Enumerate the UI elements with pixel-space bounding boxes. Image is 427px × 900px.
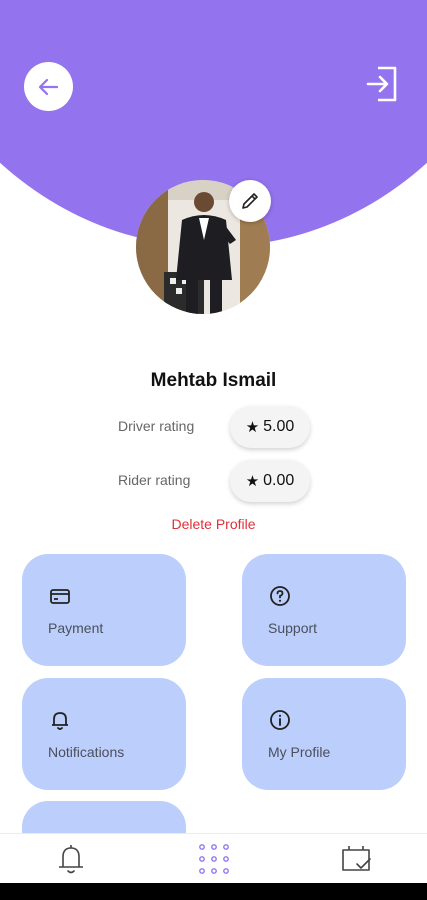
grid-icon — [199, 844, 229, 874]
back-button[interactable] — [24, 62, 73, 111]
nav-trips[interactable] — [339, 842, 373, 876]
rider-rating-row: Rider rating ★ 0.00 — [0, 460, 427, 502]
credit-card-icon — [50, 589, 70, 604]
nav-notifications[interactable] — [54, 842, 88, 876]
bell-icon — [52, 712, 68, 730]
delete-profile-link[interactable]: Delete Profile — [0, 516, 427, 532]
bell-icon — [59, 845, 83, 874]
edit-photo-button[interactable] — [229, 180, 271, 222]
menu-tile-label: Support — [268, 620, 318, 636]
logout-button[interactable] — [364, 64, 400, 104]
profile-screen: Mehtab Ismail Driver rating ★ 5.00 Rider… — [0, 0, 427, 900]
menu-tile-label: My Profile — [268, 744, 331, 760]
nav-home[interactable] — [197, 842, 231, 876]
rider-rating-label: Rider rating — [118, 472, 191, 488]
driver-rating-badge: ★ 5.00 — [230, 406, 310, 448]
star-icon: ★ — [245, 419, 260, 436]
menu-tile-label: Notifications — [48, 744, 125, 760]
menu-tile-label: Payment — [48, 620, 104, 636]
arrow-left-icon — [38, 78, 58, 95]
menu-tile-my-profile[interactable]: My Profile — [242, 678, 406, 790]
system-navigation-bar — [0, 883, 427, 900]
rider-rating-value: 0.00 — [263, 472, 295, 489]
driver-rating-label: Driver rating — [118, 418, 195, 434]
driver-rating-value: 5.00 — [263, 418, 295, 435]
calendar-check-icon — [342, 846, 371, 871]
user-name: Mehtab Ismail — [150, 370, 277, 391]
info-icon — [270, 710, 290, 730]
avatar-container — [136, 180, 271, 314]
rider-rating-badge: ★ 0.00 — [230, 460, 310, 502]
star-icon: ★ — [245, 473, 260, 490]
pencil-icon — [242, 193, 258, 209]
menu-tile-support[interactable]: Support — [242, 554, 406, 666]
bottom-navigation — [0, 833, 427, 883]
help-circle-icon — [270, 586, 290, 606]
menu-tile-payment[interactable]: Payment — [22, 554, 186, 666]
logout-icon — [366, 66, 397, 102]
menu-tile-notifications[interactable]: Notifications — [22, 678, 186, 790]
driver-rating-row: Driver rating ★ 5.00 — [0, 406, 427, 448]
